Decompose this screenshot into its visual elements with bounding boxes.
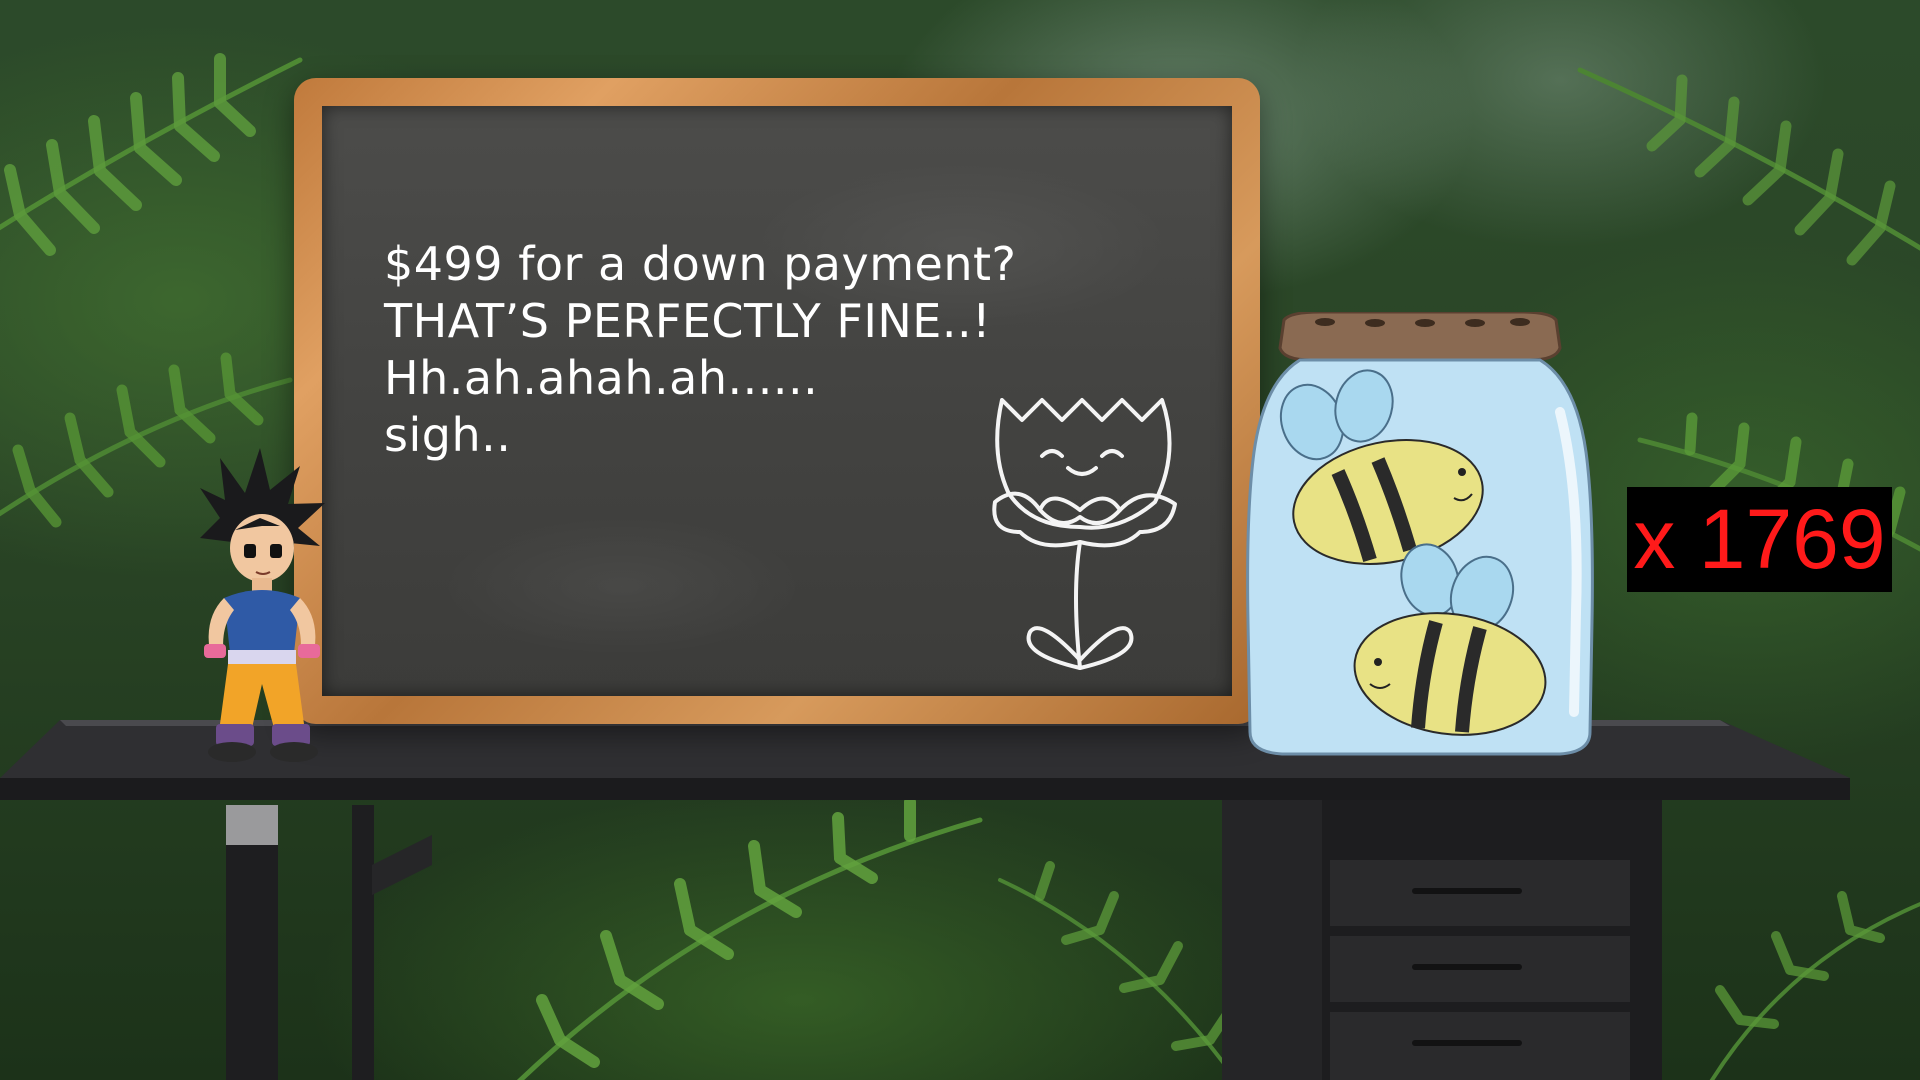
desk-drawer-cabinet [1222, 800, 1662, 1080]
chalkboard-line: Hh.ah.ahah.ah...... [384, 351, 819, 405]
chalkboard-line: THAT’S PERFECTLY FINE..! [384, 294, 992, 348]
chalkboard-line: sigh.. [384, 408, 512, 462]
chalk-flower-icon [992, 398, 1177, 670]
cartoon-boy-figure-icon [200, 448, 325, 762]
desk-leg [226, 805, 432, 1080]
bee-jar-icon [1246, 312, 1594, 756]
chalkboard-line: $499 for a down payment? [384, 237, 1017, 291]
chalkboard-message: $499 for a down payment? THAT’S PERFECTL… [384, 236, 1016, 464]
bee-count-label: x 1769 [1627, 487, 1892, 592]
scene: $499 for a down payment? THAT’S PERFECTL… [0, 0, 1920, 1080]
